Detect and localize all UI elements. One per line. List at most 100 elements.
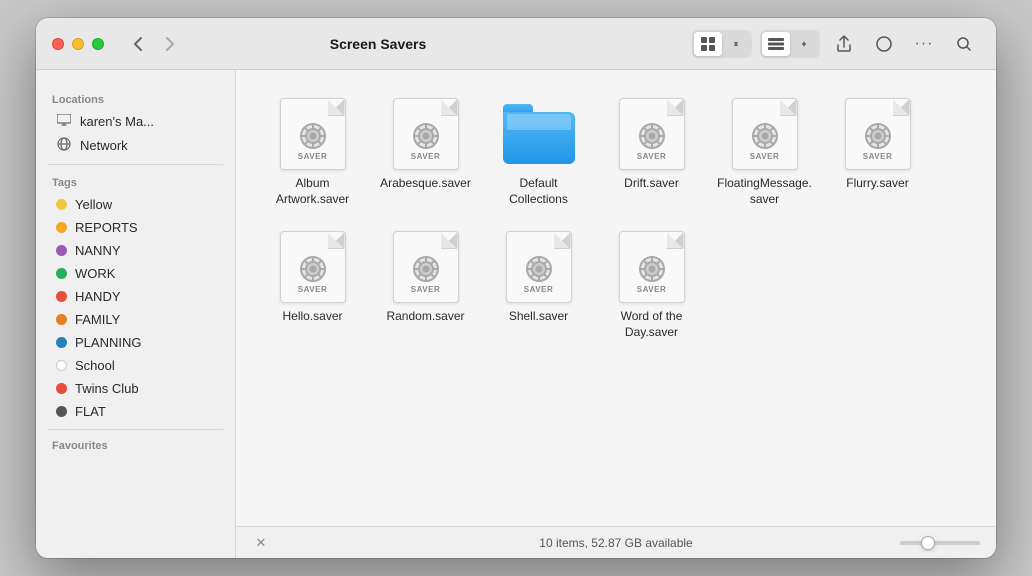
sidebar-item-work[interactable]: WORK [40,262,231,285]
more-button[interactable]: ··· [908,30,940,58]
saver-label: SAVER [524,285,553,294]
file-name-drift: Drift.saver [624,176,679,192]
file-item-random[interactable]: SAVER Random.saver [373,223,478,348]
close-icon: ✕ [256,535,267,551]
sidebar-item-family[interactable]: FAMILY [40,308,231,331]
sidebar-label-twins-club: Twins Club [75,381,139,396]
folder-shine [507,114,571,130]
sidebar-item-planning[interactable]: PLANNING [40,331,231,354]
saver-label: SAVER [863,152,892,161]
tag-button[interactable] [868,30,900,58]
sidebar-item-twins-club[interactable]: Twins Club [40,377,231,400]
reports-tag-dot [56,222,67,233]
saver-label: SAVER [411,152,440,161]
tags-title: Tags [36,173,235,193]
view-toggle [692,30,752,58]
saver-label: SAVER [637,285,666,294]
sidebar-label-work: WORK [75,266,115,281]
file-name-album-artwork: AlbumArtwork.saver [276,176,349,207]
sidebar-item-karens-mac[interactable]: karen's Ma... [40,110,231,133]
sidebar-item-flat[interactable]: FLAT [40,400,231,423]
sidebar-item-handy[interactable]: HANDY [40,285,231,308]
sort-button[interactable] [722,32,750,56]
flat-tag-dot [56,406,67,417]
file-icon-album-artwork: SAVER [277,98,349,170]
close-button[interactable] [52,38,64,50]
file-item-album-artwork[interactable]: SAVER AlbumArtwork.saver [260,90,365,215]
file-item-default-collections[interactable]: DefaultCollections [486,90,591,215]
nanny-tag-dot [56,245,67,256]
sidebar-label-network: Network [80,138,128,153]
file-item-flurry[interactable]: SAVER Flurry.saver [825,90,930,215]
file-item-floating-message[interactable]: SAVER FloatingMessage.saver [712,90,817,215]
file-name-default-collections: DefaultCollections [509,176,568,207]
file-icon-shell: SAVER [503,231,575,303]
sidebar-label-planning: PLANNING [75,335,141,350]
file-icon-default-collections [503,98,575,170]
locations-title: Locations [36,90,235,110]
grid-view-button[interactable] [694,32,722,56]
slider-thumb [921,536,935,550]
saver-file-icon: SAVER [393,231,459,303]
status-bar-close-button[interactable]: ✕ [252,534,270,552]
file-item-word-of-the-day[interactable]: SAVER Word of theDay.saver [599,223,704,348]
file-area: SAVER AlbumArtwork.saver [236,70,996,558]
yellow-tag-dot [56,199,67,210]
saver-file-icon: SAVER [280,231,346,303]
sidebar-label-yellow: Yellow [75,197,112,212]
list-sort-button[interactable] [790,32,818,56]
saver-label: SAVER [750,152,779,161]
file-name-hello: Hello.saver [282,309,342,325]
saver-file-icon: SAVER [845,98,911,170]
saver-file-icon: SAVER [619,98,685,170]
content-area: Locations karen's Ma... [36,70,996,558]
slider-track [900,541,980,545]
file-item-drift[interactable]: SAVER Drift.saver [599,90,704,215]
file-icon-word-of-the-day: SAVER [616,231,688,303]
share-button[interactable] [828,30,860,58]
sidebar-label-nanny: NANNY [75,243,121,258]
sidebar-item-school[interactable]: School [40,354,231,377]
saver-label: SAVER [411,285,440,294]
family-tag-dot [56,314,67,325]
list-view-toggle [760,30,820,58]
title-bar: Screen Savers [36,18,996,70]
handy-tag-dot [56,291,67,302]
file-name-floating-message: FloatingMessage.saver [717,176,812,207]
planning-tag-dot [56,337,67,348]
file-name-random: Random.saver [386,309,464,325]
search-button[interactable] [948,30,980,58]
sidebar-label-family: FAMILY [75,312,120,327]
file-item-hello[interactable]: SAVER Hello.saver [260,223,365,348]
list-view-button[interactable] [762,32,790,56]
favourites-title: Favourites [36,436,235,456]
status-text: 10 items, 52.87 GB available [539,536,692,550]
file-icon-arabesque: SAVER [390,98,462,170]
folder-body [503,112,575,164]
saver-file-icon: SAVER [732,98,798,170]
sidebar-label-flat: FLAT [75,404,106,419]
sidebar-label-handy: HANDY [75,289,121,304]
status-bar: ✕ 10 items, 52.87 GB available [236,526,996,558]
sidebar-item-yellow[interactable]: Yellow [40,193,231,216]
file-item-shell[interactable]: SAVER Shell.saver [486,223,591,348]
sidebar-item-reports[interactable]: REPORTS [40,216,231,239]
twins-club-tag-dot [56,383,67,394]
zoom-slider[interactable] [900,541,980,545]
file-icon-drift: SAVER [616,98,688,170]
sidebar-label-reports: REPORTS [75,220,138,235]
saver-file-icon: SAVER [619,231,685,303]
folder-icon-default-collections [503,104,575,164]
sidebar-item-nanny[interactable]: NANNY [40,239,231,262]
sidebar-label-karens-mac: karen's Ma... [80,114,154,129]
toolbar-right: ··· [692,30,980,58]
finder-window: Screen Savers [36,18,996,558]
sidebar-item-network[interactable]: Network [40,133,231,158]
file-name-arabesque: Arabesque.saver [380,176,471,192]
file-icon-random: SAVER [390,231,462,303]
saver-file-icon: SAVER [280,98,346,170]
computer-icon [56,114,72,129]
sidebar: Locations karen's Ma... [36,70,236,558]
file-icon-flurry: SAVER [842,98,914,170]
file-item-arabesque[interactable]: SAVER Arabesque.saver [373,90,478,215]
